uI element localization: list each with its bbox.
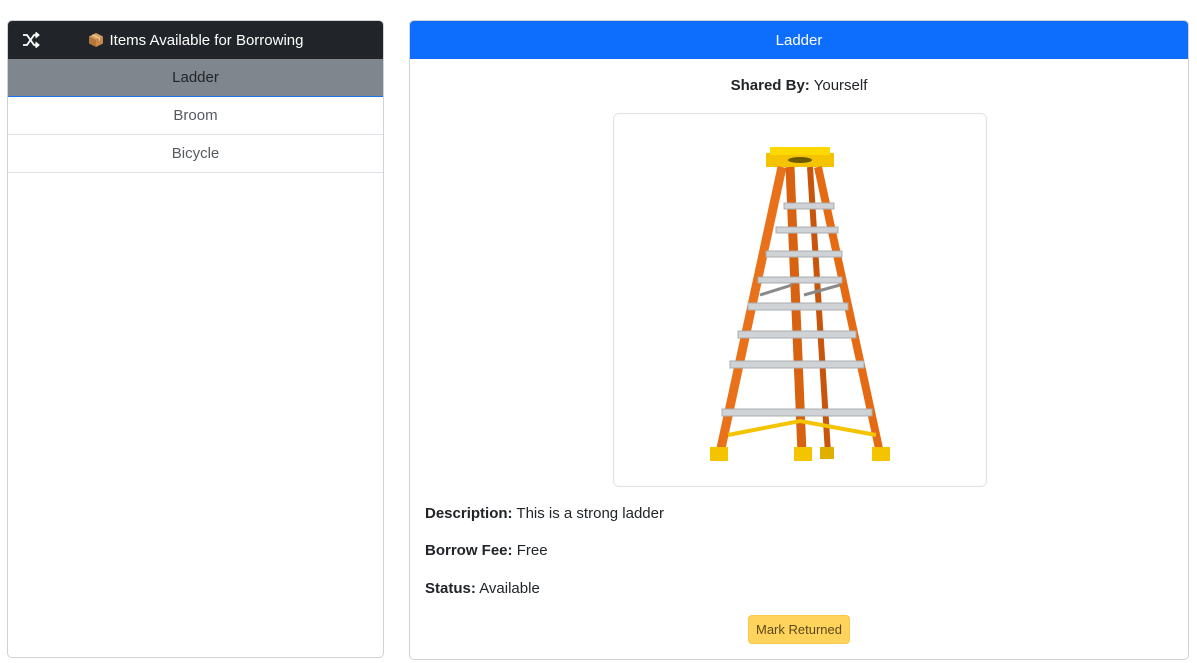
item-image-frame	[613, 113, 987, 487]
list-item-bicycle[interactable]: Bicycle	[8, 135, 383, 173]
description-label: Description:	[425, 505, 513, 522]
borrow-fee-line: Borrow Fee: Free	[425, 542, 548, 559]
shared-by-line: Shared By: Yourself	[410, 77, 1188, 94]
package-icon	[88, 32, 104, 48]
item-list-header: Items Available for Borrowing	[8, 21, 383, 59]
item-list-panel: Items Available for Borrowing Ladder Bro…	[7, 20, 384, 658]
item-list-title: Items Available for Borrowing	[109, 31, 304, 49]
shuffle-icon[interactable]	[20, 30, 42, 50]
mark-returned-button[interactable]: Mark Returned	[748, 615, 850, 644]
borrow-fee-label: Borrow Fee:	[425, 542, 513, 559]
description-line: Description: This is a strong ladder	[425, 505, 664, 522]
shared-by-value: Yourself	[813, 77, 868, 94]
item-detail-title: Ladder	[410, 21, 1188, 59]
borrow-fee-value: Free	[516, 542, 548, 559]
list-item-broom[interactable]: Broom	[8, 97, 383, 135]
status-label: Status:	[425, 580, 476, 597]
ladder-image	[710, 147, 890, 461]
list-item-ladder[interactable]: Ladder	[8, 59, 383, 97]
shared-by-label: Shared By:	[730, 77, 810, 94]
status-line: Status: Available	[425, 580, 540, 597]
item-detail-panel: Ladder Shared By: Yourself Description: …	[409, 20, 1189, 660]
status-value: Available	[479, 580, 540, 597]
description-value: This is a strong ladder	[516, 505, 664, 522]
